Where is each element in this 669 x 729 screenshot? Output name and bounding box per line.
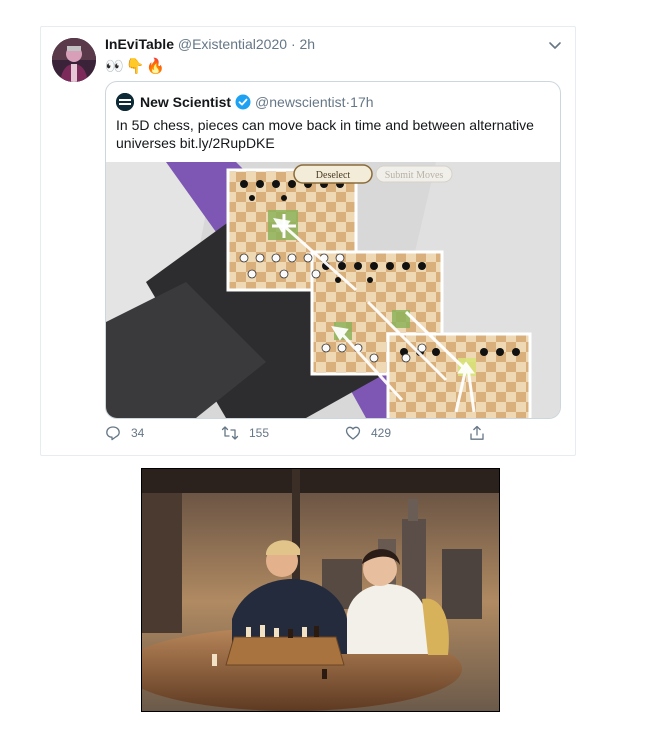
separator-dot: · bbox=[290, 36, 296, 52]
quoted-timestamp[interactable]: 17h bbox=[350, 94, 373, 110]
svg-text:Submit Moves: Submit Moves bbox=[385, 170, 444, 181]
avatar[interactable] bbox=[52, 38, 96, 82]
avatar-icon bbox=[52, 38, 96, 82]
share-icon bbox=[470, 425, 484, 440]
heart-icon bbox=[345, 426, 361, 440]
retweet-icon bbox=[221, 426, 239, 440]
tweet-text: 👀👇🔥 bbox=[105, 58, 168, 75]
quoted-tweet-text: In 5D chess, pieces can move back in tim… bbox=[116, 117, 534, 151]
chess-photo bbox=[141, 468, 500, 712]
user-handle[interactable]: @Existential2020 bbox=[178, 36, 287, 52]
submit-moves-button[interactable]: Submit Moves bbox=[375, 165, 453, 183]
chess-photo-illustration bbox=[142, 469, 499, 711]
retweet-button[interactable]: 155 bbox=[221, 425, 269, 441]
quoted-tweet[interactable]: New Scientist @newscientist · 17h In 5D … bbox=[105, 81, 561, 419]
timestamp[interactable]: 2h bbox=[300, 36, 316, 52]
like-button[interactable]: 429 bbox=[345, 425, 391, 441]
share-button[interactable] bbox=[469, 425, 495, 441]
tweet-card[interactable]: InEviTable @Existential2020 · 2h 👀👇🔥 New… bbox=[40, 26, 576, 456]
retweet-count: 155 bbox=[249, 426, 270, 440]
deselect-button[interactable]: Deselect bbox=[293, 164, 373, 184]
reply-button[interactable]: 34 bbox=[105, 425, 144, 441]
reply-count: 34 bbox=[131, 426, 145, 440]
chevron-down-icon[interactable] bbox=[547, 37, 563, 53]
tweet-actions: 34 155 429 bbox=[105, 425, 525, 447]
chess-5d-image[interactable]: Deselect Submit Moves bbox=[106, 162, 560, 418]
svg-text:Deselect: Deselect bbox=[316, 170, 351, 181]
like-count: 429 bbox=[371, 426, 392, 440]
verified-badge-icon bbox=[235, 94, 251, 110]
new-scientist-logo-icon[interactable] bbox=[116, 93, 134, 111]
tweet-header: InEviTable @Existential2020 · 2h bbox=[105, 36, 315, 52]
quoted-display-name[interactable]: New Scientist bbox=[140, 94, 231, 110]
quoted-user-handle[interactable]: @newscientist bbox=[255, 94, 345, 110]
quoted-tweet-header: New Scientist @newscientist · 17h bbox=[116, 92, 374, 112]
reply-icon bbox=[106, 426, 120, 441]
display-name[interactable]: InEviTable bbox=[105, 36, 174, 52]
